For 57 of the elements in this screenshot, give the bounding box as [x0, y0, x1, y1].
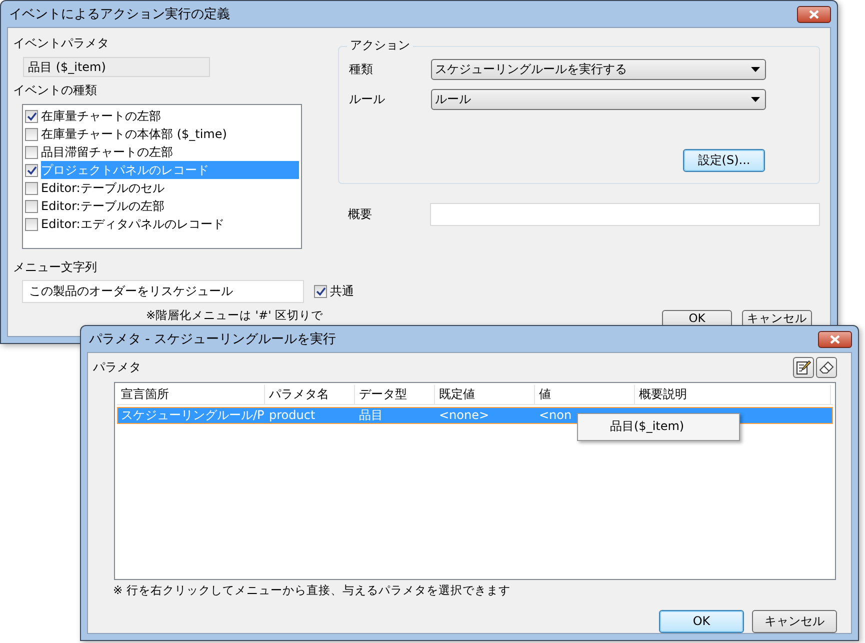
list-item[interactable]: 在庫量チャートの左部	[41, 107, 299, 125]
eraser-icon	[819, 361, 834, 374]
checkbox[interactable]	[25, 218, 38, 230]
field-label: イベントの種類	[13, 83, 98, 98]
list-item[interactable]: 品目滞留チャートの左部	[41, 143, 299, 161]
column-header[interactable]: パラメタ名	[265, 385, 355, 404]
group-title: アクション	[347, 38, 413, 53]
field-label: メニュー文字列	[13, 260, 98, 275]
column-header[interactable]: 値	[535, 385, 635, 404]
checkbox[interactable]	[25, 146, 38, 158]
list-item[interactable]: 在庫量チャートの本体部 ($_time)	[41, 125, 299, 143]
column-header[interactable]: 宣言箇所	[117, 385, 265, 404]
hint-text: ※ 行を右クリックしてメニューから直接、与えるパラメタを選択できます	[113, 583, 510, 598]
cancel-button[interactable]: キャンセル	[752, 610, 837, 633]
menu-text-field[interactable]: この製品のオーダーをリスケジュール	[22, 280, 304, 303]
field-label: ルール	[349, 92, 386, 107]
column-header[interactable]: 既定値	[435, 385, 535, 404]
settings-button[interactable]: 設定(S)...	[683, 149, 765, 172]
list-item[interactable]: Editor:テーブルの左部	[41, 197, 299, 215]
list-item[interactable]: Editor:テーブルのセル	[41, 179, 299, 197]
close-icon	[809, 10, 819, 18]
menu-item[interactable]: 品目($_item)	[580, 416, 737, 438]
table-cell-text: <non	[538, 408, 573, 423]
ok-button[interactable]: OK	[659, 610, 744, 633]
column-header[interactable]: データ型	[355, 385, 435, 404]
close-icon	[830, 334, 840, 344]
field-label: 種類	[349, 62, 374, 77]
checkbox[interactable]	[25, 182, 38, 194]
table-cell-text: 品目	[358, 408, 384, 423]
pencil-paper-icon	[796, 360, 811, 375]
checkbox[interactable]	[25, 200, 38, 212]
checkbox[interactable]	[314, 285, 327, 298]
hint-text: ※階層化メニューは '#' 区切りで	[146, 308, 323, 323]
dropdown[interactable]: スケジューリングルールを実行する	[431, 59, 766, 80]
column-header[interactable]: 概要説明	[635, 385, 831, 404]
close-button[interactable]	[818, 330, 852, 348]
eraser-button[interactable]	[816, 357, 837, 378]
section-label: パラメタ	[93, 360, 141, 375]
checkbox[interactable]	[25, 110, 38, 122]
table-cell-text: <none>	[438, 408, 490, 423]
event-parameter-field: 品目 ($_item)	[23, 57, 210, 77]
checkbox[interactable]	[25, 128, 38, 140]
dropdown[interactable]: ルール	[431, 89, 766, 110]
caret-icon	[751, 67, 760, 72]
window-title: パラメタ - スケジューリングルールを実行	[88, 332, 336, 346]
edit-button[interactable]	[793, 357, 814, 378]
table-cell-text: product	[268, 408, 316, 423]
table-cell-text: スケジューリングルール/P	[120, 408, 266, 423]
caret-icon	[751, 97, 760, 102]
window-title: イベントによるアクション実行の定義	[8, 6, 230, 22]
field-label: 概要	[348, 207, 373, 222]
close-button[interactable]	[797, 6, 831, 22]
checkbox-label: 共通	[330, 284, 354, 299]
checkbox[interactable]	[25, 164, 38, 176]
list-item[interactable]: Editor:エディタパネルのレコード	[41, 215, 299, 233]
summary-field[interactable]	[430, 203, 820, 226]
field-label: イベントパラメタ	[13, 36, 110, 51]
